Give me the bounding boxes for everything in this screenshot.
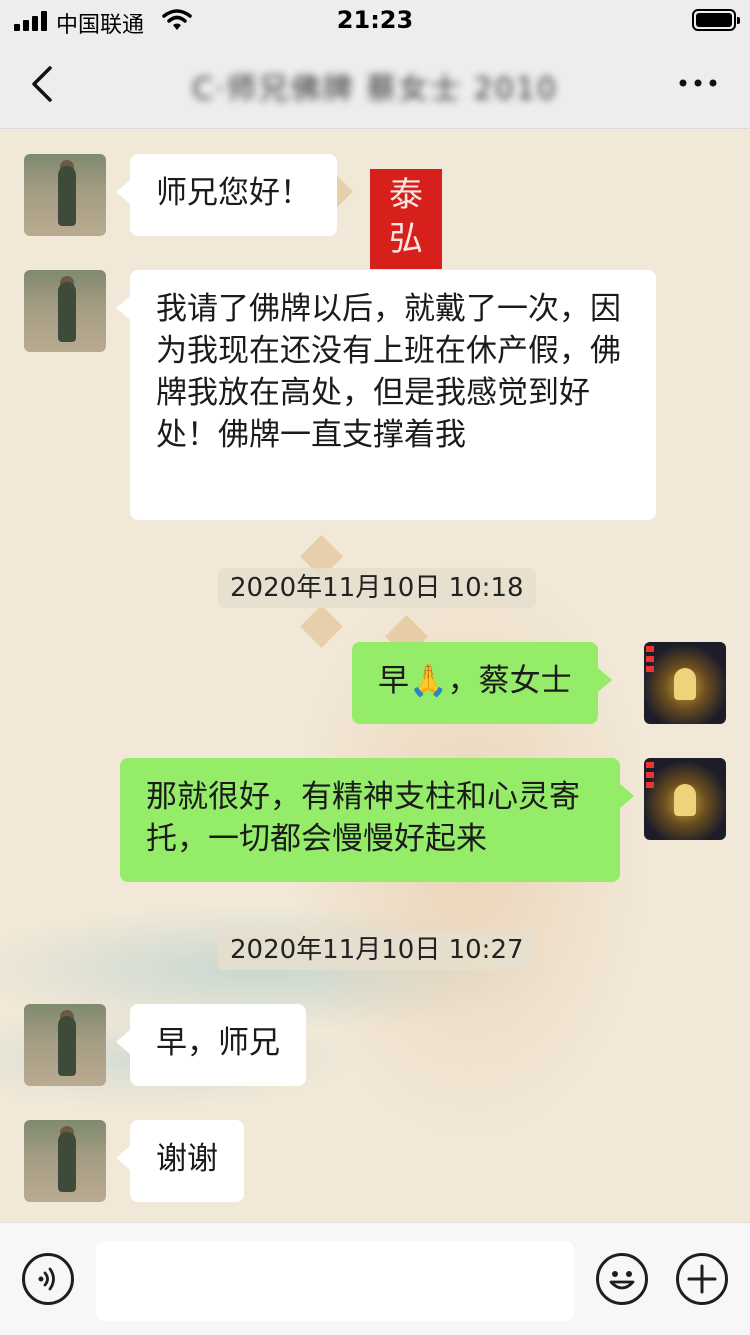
chevron-left-icon[interactable] <box>20 60 68 108</box>
voice-icon[interactable] <box>22 1253 74 1305</box>
plus-icon[interactable] <box>676 1253 728 1305</box>
my-avatar[interactable] <box>644 758 726 840</box>
message-bubble-incoming[interactable]: 师兄您好！ <box>116 154 337 236</box>
emoji-icon[interactable] <box>596 1253 648 1305</box>
contact-avatar[interactable] <box>24 270 106 352</box>
message-bubble-outgoing[interactable]: 那就很好，有精神支柱和心灵寄托，一切都会慢慢好起来 <box>120 758 634 882</box>
message-bubble-outgoing[interactable]: 早🙏，蔡女士 <box>352 642 612 724</box>
message-bubble-incoming[interactable]: 早，师兄 <box>116 1004 306 1086</box>
chat-title: C·师兄佛牌 蔡女士 2010 <box>192 72 558 107</box>
battery-icon <box>692 9 740 31</box>
contact-avatar[interactable] <box>24 1120 106 1202</box>
message-list[interactable]: ◆ ◆ ◆ ◆ 泰 弘 师兄您好！ 我请了佛牌以后，就戴了一次，因为我现在还没有… <box>0 129 750 1222</box>
contact-avatar[interactable] <box>24 1004 106 1086</box>
message-bubble-incoming[interactable]: 谢谢 <box>116 1120 244 1202</box>
timestamp: 2020年11月10日 10:27 <box>218 930 536 970</box>
my-avatar[interactable] <box>644 642 726 724</box>
contact-avatar[interactable] <box>24 154 106 236</box>
chat-header: C·师兄佛牌 蔡女士 2010 <box>0 42 750 129</box>
more-dots-icon[interactable] <box>676 68 720 98</box>
status-bar: 中国联通 21:23 <box>0 0 750 42</box>
red-seal-image: 泰 弘 <box>370 169 442 269</box>
seal-char: 泰 <box>389 175 423 215</box>
message-input[interactable] <box>96 1241 574 1321</box>
clock: 21:23 <box>336 6 414 34</box>
seal-char: 弘 <box>389 219 423 259</box>
input-bar <box>0 1222 750 1335</box>
timestamp: 2020年11月10日 10:18 <box>218 568 536 608</box>
message-bubble-incoming[interactable]: 我请了佛牌以后，就戴了一次，因为我现在还没有上班在休产假，佛牌我放在高处，但是我… <box>116 270 656 520</box>
